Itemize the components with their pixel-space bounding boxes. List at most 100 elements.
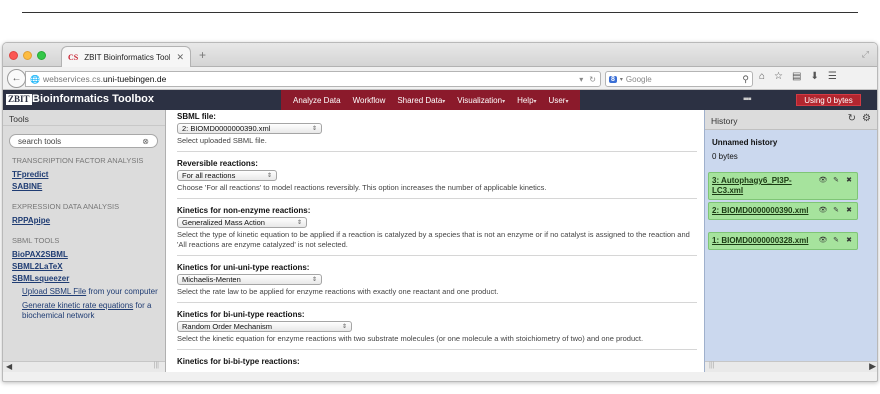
updown-icon: ⇕ bbox=[296, 220, 302, 226]
uni-uni-kinetics-select[interactable]: Michaelis-Menten ⇕ bbox=[177, 274, 322, 285]
tab-close-icon[interactable]: ✕ bbox=[176, 52, 184, 63]
bookmark-star-icon[interactable]: ☆ bbox=[774, 71, 783, 82]
dataset-title[interactable]: 2: BIOMD0000000390.xml bbox=[712, 206, 812, 216]
section-heading: TRANSCRIPTION FACTOR ANALYSIS bbox=[12, 156, 144, 165]
search-engine-icon[interactable]: 8 bbox=[609, 75, 617, 83]
url-bar[interactable]: 🌐 webservices.cs.uni-tuebingen.de ▾ ↻ bbox=[25, 71, 601, 87]
field-help: Select the type of kinetic equation to b… bbox=[177, 230, 690, 249]
browser-tab[interactable]: CS ZBIT Bioinformatics Toolbox ✕ bbox=[61, 46, 191, 67]
fullscreen-icon[interactable]: ⤢ bbox=[862, 49, 869, 60]
browser-window: CS ZBIT Bioinformatics Toolbox ✕ + ⤢ 🌐 w… bbox=[2, 42, 878, 382]
history-panel: History ↻ ⚙ Unnamed history 0 bytes 3: A… bbox=[704, 110, 877, 372]
menu-user[interactable]: User▾ bbox=[543, 96, 575, 105]
usage-badge: Using 0 bytes bbox=[796, 94, 861, 106]
tools-scrollbar[interactable]: ◀ ||| bbox=[3, 361, 165, 372]
pencil-icon[interactable]: ✎ bbox=[831, 236, 841, 246]
gear-icon[interactable]: ⚙ bbox=[862, 113, 871, 124]
tool-link-sbmlsqueezer[interactable]: SBMLsqueezer bbox=[12, 273, 162, 285]
field-label: SBML file: bbox=[177, 112, 216, 121]
delete-icon[interactable]: ✖ bbox=[844, 176, 854, 186]
back-button[interactable]: ← bbox=[7, 69, 26, 88]
field-help: Select the kinetic equation for enzyme r… bbox=[177, 334, 644, 343]
sub-link-upload[interactable]: Upload SBML File from your computer bbox=[12, 287, 162, 297]
eye-icon[interactable]: 👁 bbox=[818, 176, 828, 186]
menu-workflow[interactable]: Workflow bbox=[347, 96, 392, 105]
history-scrollbar[interactable]: ||| ▶ bbox=[705, 361, 877, 372]
apps-grid-icon[interactable]: ▪▪▪ bbox=[743, 94, 752, 105]
history-name[interactable]: Unnamed history bbox=[712, 138, 777, 147]
dataset-title[interactable]: 1: BIOMD0000000328.xml bbox=[712, 236, 812, 246]
close-window-button[interactable] bbox=[9, 51, 18, 60]
browser-navbar: 🌐 webservices.cs.uni-tuebingen.de ▾ ↻ ← … bbox=[3, 67, 877, 90]
zoom-window-button[interactable] bbox=[37, 51, 46, 60]
dataset-item[interactable]: 3: Autophagy6_PI3P-LC3.xml 👁 ✎ ✖ bbox=[708, 172, 858, 200]
divider bbox=[177, 255, 697, 256]
pencil-icon[interactable]: ✎ bbox=[831, 206, 841, 216]
menu-shared-data[interactable]: Shared Data▾ bbox=[391, 96, 451, 105]
menu-help[interactable]: Help▾ bbox=[511, 96, 542, 105]
dropdown-arrow-icon[interactable]: ▾ bbox=[579, 75, 583, 84]
minimize-window-button[interactable] bbox=[23, 51, 32, 60]
tool-link-tfpredict[interactable]: TFpredict bbox=[12, 169, 162, 181]
delete-icon[interactable]: ✖ bbox=[844, 236, 854, 246]
pencil-icon[interactable]: ✎ bbox=[831, 176, 841, 186]
menu-analyze-data[interactable]: Analyze Data bbox=[287, 96, 347, 105]
chevron-down-icon: ▾ bbox=[619, 76, 623, 83]
tools-list: TRANSCRIPTION FACTOR ANALYSIS TFpredict … bbox=[12, 156, 162, 325]
menu-visualization[interactable]: Visualization▾ bbox=[451, 96, 511, 105]
main-menu: Analyze Data Workflow Shared Data▾ Visua… bbox=[281, 90, 581, 110]
search-bar[interactable]: 8 ▾ Google ⚲ bbox=[605, 71, 753, 87]
tool-form: SBML file: 2: BIOMD0000000390.xml ⇕ Selec… bbox=[177, 110, 697, 366]
clear-search-icon[interactable]: ⊗ bbox=[142, 137, 149, 146]
divider bbox=[177, 151, 697, 152]
field-label: Kinetics for non-enzyme reactions: bbox=[177, 206, 311, 215]
grip-icon[interactable]: ||| bbox=[154, 362, 159, 369]
history-size: 0 bytes bbox=[712, 152, 738, 161]
grip-icon[interactable]: ||| bbox=[709, 362, 714, 369]
search-input[interactable]: Google bbox=[626, 75, 739, 84]
brand-title[interactable]: Bioinformatics Toolbox bbox=[32, 93, 154, 105]
eye-icon[interactable]: 👁 bbox=[818, 236, 828, 246]
home-icon[interactable]: ⌂ bbox=[759, 71, 765, 82]
refresh-history-icon[interactable]: ↻ bbox=[848, 113, 856, 124]
tool-link-rppapipe[interactable]: RPPApipe bbox=[12, 215, 162, 227]
reload-icon[interactable]: ↻ bbox=[589, 75, 596, 84]
divider bbox=[177, 198, 697, 199]
dataset-item[interactable]: 1: BIOMD0000000328.xml 👁 ✎ ✖ bbox=[708, 232, 858, 250]
tab-title: ZBIT Bioinformatics Toolbox bbox=[84, 52, 170, 62]
globe-icon: 🌐 bbox=[30, 74, 40, 84]
new-tab-icon[interactable]: + bbox=[199, 48, 206, 62]
dataset-item[interactable]: 2: BIOMD0000000390.xml 👁 ✎ ✖ bbox=[708, 202, 858, 220]
tools-title: Tools bbox=[3, 110, 165, 126]
tool-search-input[interactable]: search tools ⊗ bbox=[9, 134, 158, 148]
tool-link-sbml2latex[interactable]: SBML2LaTeX bbox=[12, 261, 162, 273]
menu-icon[interactable]: ☰ bbox=[828, 71, 837, 82]
tools-panel: Tools search tools ⊗ TRANSCRIPTION FACTO… bbox=[3, 110, 166, 372]
download-icon[interactable]: ⬇ bbox=[810, 71, 818, 82]
updown-icon: ⇕ bbox=[341, 324, 347, 330]
field-help: Choose 'For all reactions' to model reac… bbox=[177, 183, 547, 192]
delete-icon[interactable]: ✖ bbox=[844, 206, 854, 216]
scroll-right-icon[interactable]: ▶ bbox=[869, 361, 876, 372]
reversible-select[interactable]: For all reactions ⇕ bbox=[177, 170, 277, 181]
scroll-left-icon[interactable]: ◀ bbox=[6, 362, 12, 371]
search-icon[interactable]: ⚲ bbox=[742, 74, 749, 85]
eye-icon[interactable]: 👁 bbox=[818, 206, 828, 216]
section-heading: EXPRESSION DATA ANALYSIS bbox=[12, 202, 120, 211]
tool-link-sabine[interactable]: SABINE bbox=[12, 181, 162, 193]
reading-list-icon[interactable]: ▤ bbox=[792, 71, 801, 82]
browser-titlebar: CS ZBIT Bioinformatics Toolbox ✕ + ⤢ bbox=[3, 43, 877, 67]
divider bbox=[177, 349, 697, 350]
tool-form-panel: SBML file: 2: BIOMD0000000390.xml ⇕ Selec… bbox=[166, 110, 704, 372]
sbml-file-select[interactable]: 2: BIOMD0000000390.xml ⇕ bbox=[177, 123, 322, 134]
zbit-logo[interactable]: ZBIT bbox=[6, 94, 32, 105]
non-enzyme-kinetics-select[interactable]: Generalized Mass Action ⇕ bbox=[177, 217, 307, 228]
sub-link-generate[interactable]: Generate kinetic rate equations for a bi… bbox=[12, 301, 162, 321]
dataset-title[interactable]: 3: Autophagy6_PI3P-LC3.xml bbox=[712, 176, 812, 196]
tool-link-biopax2sbml[interactable]: BioPAX2SBML bbox=[12, 249, 162, 261]
updown-icon: ⇕ bbox=[311, 277, 317, 283]
field-label: Kinetics for uni-uni-type reactions: bbox=[177, 263, 310, 272]
page-top-rule bbox=[22, 12, 858, 13]
bi-uni-kinetics-select[interactable]: Random Order Mechanism ⇕ bbox=[177, 321, 352, 332]
field-label: Reversible reactions: bbox=[177, 159, 258, 168]
